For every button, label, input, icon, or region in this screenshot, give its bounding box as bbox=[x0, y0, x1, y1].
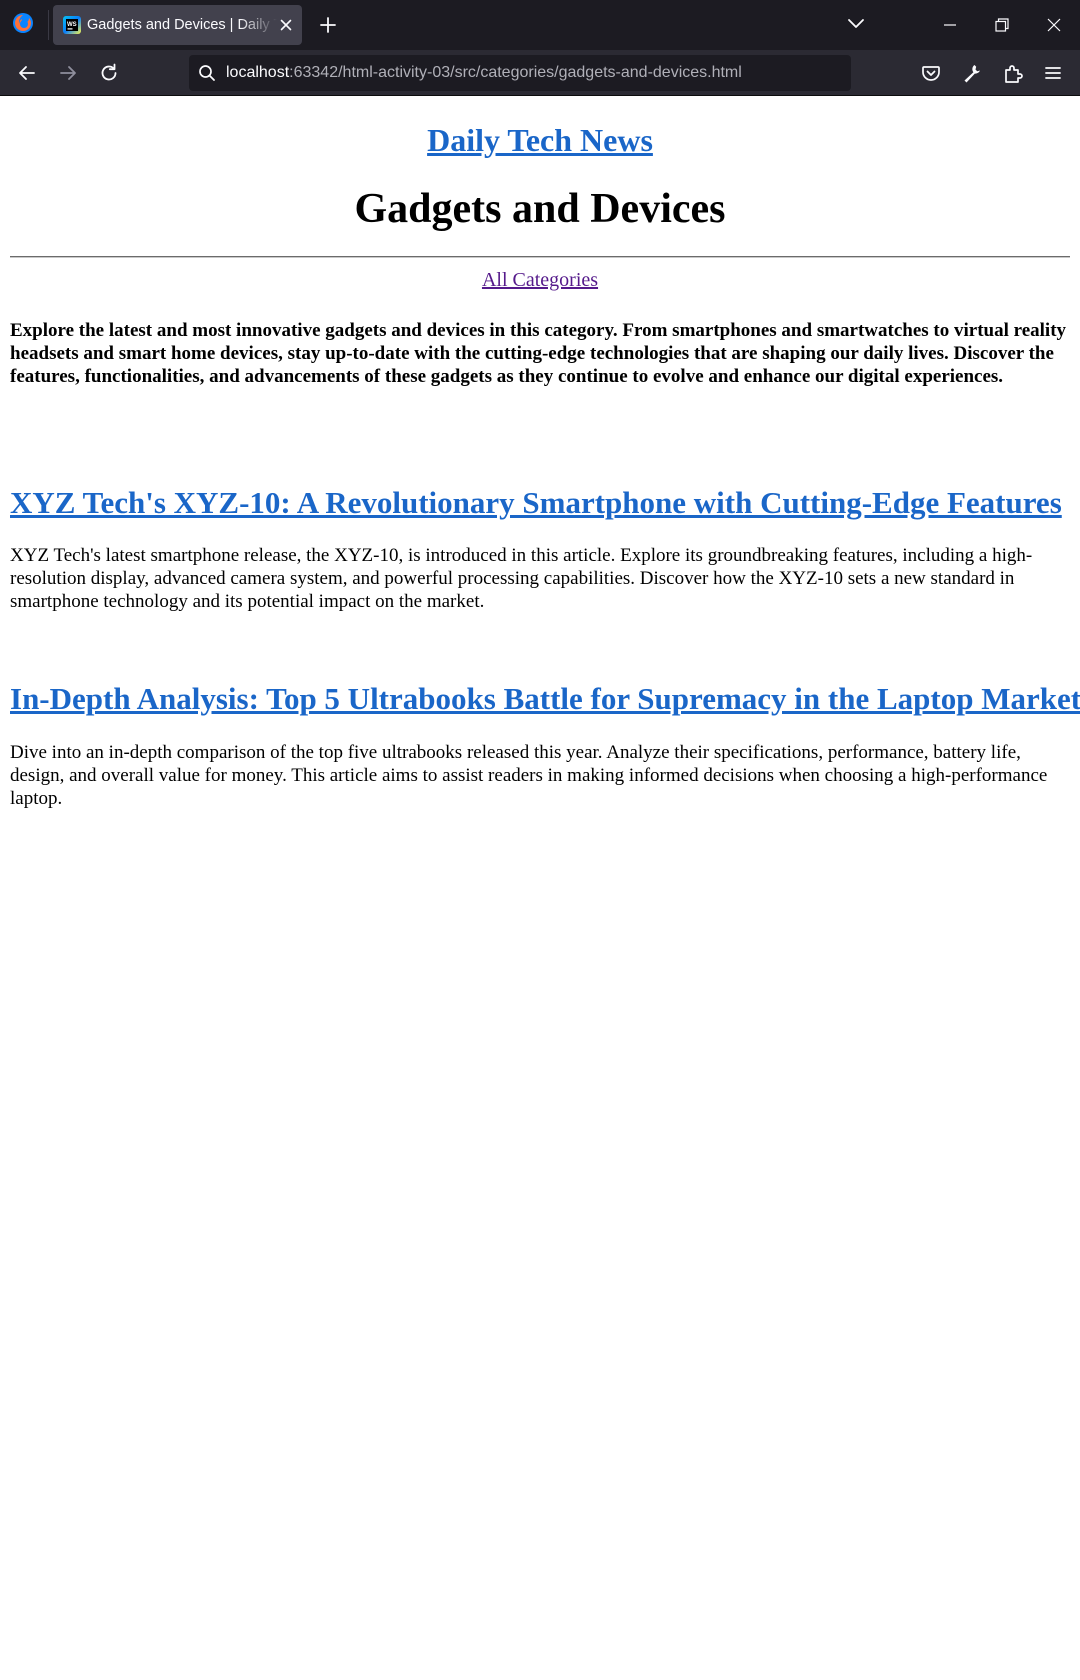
site-title: Daily Tech News bbox=[0, 121, 1080, 159]
pocket-icon[interactable] bbox=[919, 61, 943, 85]
all-categories-link[interactable]: All Categories bbox=[482, 269, 598, 291]
wrench-icon[interactable] bbox=[960, 61, 984, 85]
arrow-left-icon[interactable] bbox=[15, 61, 39, 85]
article-title: In-Depth Analysis: Top 5 Ultrabooks Batt… bbox=[10, 680, 1080, 718]
restore-icon[interactable] bbox=[976, 0, 1028, 50]
tab-title: Gadgets and Devices | Daily Tech News bbox=[87, 17, 277, 33]
category-intro: Explore the latest and most innovative g… bbox=[10, 320, 1067, 387]
tab-bar: WS Gadgets and Devices | Daily Tech News bbox=[0, 0, 1080, 50]
puzzle-icon[interactable] bbox=[1001, 61, 1025, 85]
reload-icon[interactable] bbox=[97, 61, 121, 85]
page-title: Gadgets and Devices bbox=[354, 186, 726, 232]
tab-active[interactable]: WS Gadgets and Devices | Daily Tech News bbox=[53, 5, 302, 45]
svg-text:WS: WS bbox=[67, 22, 77, 28]
webstorm-favicon-icon: WS bbox=[63, 16, 81, 34]
article-link[interactable]: XYZ Tech's XYZ-10: A Revolutionary Smart… bbox=[10, 485, 1062, 520]
arrow-right-icon[interactable] bbox=[56, 61, 80, 85]
firefox-logo-icon[interactable] bbox=[12, 12, 34, 34]
tab-separator bbox=[48, 10, 49, 40]
browser-chrome: WS Gadgets and Devices | Daily Tech News bbox=[0, 0, 1080, 96]
article-summary: XYZ Tech's latest smartphone release, th… bbox=[10, 545, 1033, 612]
url-path: :63342/html-activity-03/src/categories/g… bbox=[289, 64, 742, 81]
page-content: Daily Tech News Gadgets and Devices All … bbox=[0, 96, 1080, 1680]
chevron-down-icon[interactable] bbox=[847, 17, 865, 31]
plus-icon[interactable] bbox=[318, 15, 338, 35]
url-host: localhost bbox=[226, 64, 290, 81]
site-title-link[interactable]: Daily Tech News bbox=[427, 122, 653, 158]
nav-toolbar: localhost:63342/html-activity-03/src/cat… bbox=[0, 50, 1080, 96]
all-categories: All Categories bbox=[0, 268, 1080, 292]
url-text[interactable]: localhost:63342/html-activity-03/src/cat… bbox=[226, 55, 742, 91]
hamburger-menu-icon[interactable] bbox=[1041, 61, 1065, 85]
url-bar[interactable]: localhost:63342/html-activity-03/src/cat… bbox=[189, 55, 851, 91]
divider bbox=[10, 256, 1070, 258]
article-title: XYZ Tech's XYZ-10: A Revolutionary Smart… bbox=[10, 484, 1070, 522]
close-icon[interactable] bbox=[278, 17, 294, 33]
article-link[interactable]: In-Depth Analysis: Top 5 Ultrabooks Batt… bbox=[10, 681, 1080, 716]
minimize-icon[interactable] bbox=[924, 0, 976, 50]
search-icon bbox=[198, 64, 216, 82]
article-summary: Dive into an in-depth comparison of the … bbox=[10, 742, 1048, 809]
close-window-icon[interactable] bbox=[1028, 0, 1080, 50]
